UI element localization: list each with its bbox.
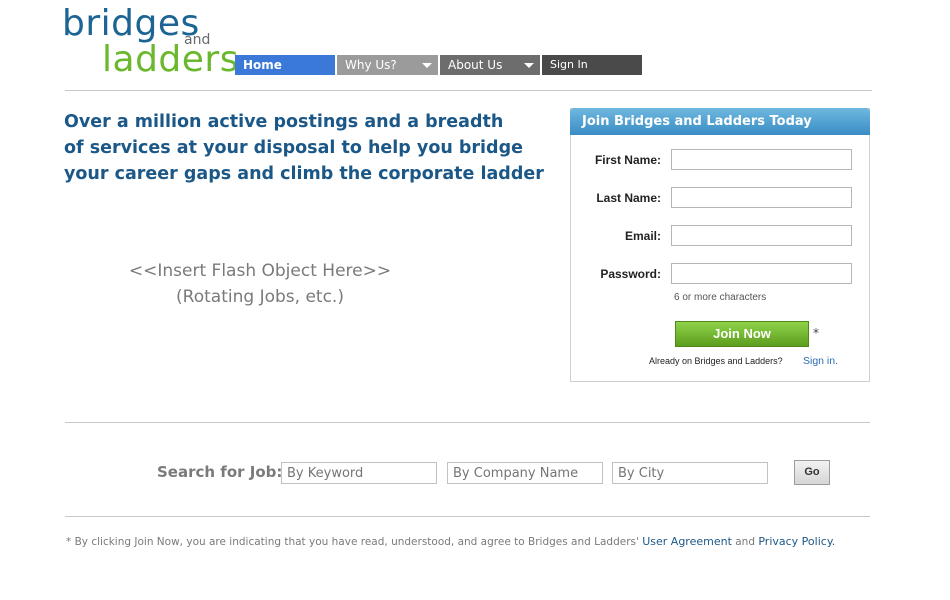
first-name-field[interactable] [671, 149, 852, 170]
nav-about-us-tab[interactable]: About Us [440, 55, 540, 75]
tagline-line-1: Over a million active postings and a bre… [64, 112, 504, 132]
first-name-label: First Name: [594, 153, 661, 167]
last-name-field[interactable] [671, 187, 852, 208]
chevron-down-icon [422, 63, 432, 68]
sign-in-link[interactable]: Sign in. [803, 355, 838, 367]
keyword-search-input[interactable] [281, 462, 437, 484]
flash-placeholder: <<Insert Flash Object Here>> (Rotating J… [100, 258, 420, 310]
flash-placeholder-line-1: <<Insert Flash Object Here>> [128, 261, 392, 281]
content-divider [65, 422, 870, 423]
tagline-line-2: of services at your disposal to help you… [64, 138, 523, 158]
header-divider [65, 90, 872, 91]
nav-sign-in-label: Sign In [550, 58, 588, 71]
nav-about-us-label: About Us [448, 58, 503, 72]
footer-divider [65, 516, 870, 517]
privacy-policy-link[interactable]: Privacy Policy. [758, 535, 835, 548]
join-now-button[interactable]: Join Now [675, 321, 809, 347]
legal-notice: * By clicking Join Now, you are indicati… [66, 535, 835, 548]
nav-home-label: Home [243, 58, 282, 72]
password-label: Password: [600, 267, 661, 281]
company-search-input[interactable] [447, 462, 603, 484]
nav-home-tab[interactable]: Home [235, 55, 335, 75]
chevron-down-icon [524, 63, 534, 68]
email-label: Email: [624, 229, 661, 243]
signup-panel-title: Join Bridges and Ladders Today [570, 108, 870, 135]
email-field[interactable] [671, 225, 852, 246]
legal-notice-text: * By clicking Join Now, you are indicati… [66, 536, 639, 548]
legal-and-text: and [735, 536, 756, 548]
nav-sign-in-tab[interactable]: Sign In [542, 55, 642, 75]
search-label: Search for Job: [157, 463, 283, 481]
tagline-line-3: your career gaps and climb the corporate… [64, 164, 544, 184]
last-name-label: Last Name: [596, 191, 661, 205]
nav-why-us-tab[interactable]: Why Us? [337, 55, 438, 75]
flash-placeholder-line-2: (Rotating Jobs, etc.) [176, 287, 344, 307]
password-hint: 6 or more characters [674, 292, 767, 303]
already-member-text: Already on Bridges and Ladders? [649, 356, 783, 366]
user-agreement-link[interactable]: User Agreement [642, 535, 732, 548]
join-asterisk: * [813, 326, 819, 340]
nav-why-us-label: Why Us? [345, 58, 397, 72]
logo-bridges-text: bridges [62, 3, 200, 44]
password-field[interactable] [671, 263, 852, 284]
search-go-button[interactable]: Go [794, 460, 830, 485]
city-search-input[interactable] [612, 462, 768, 484]
logo-ladders-text: ladders [102, 39, 239, 80]
tagline: Over a million active postings and a bre… [64, 109, 544, 187]
